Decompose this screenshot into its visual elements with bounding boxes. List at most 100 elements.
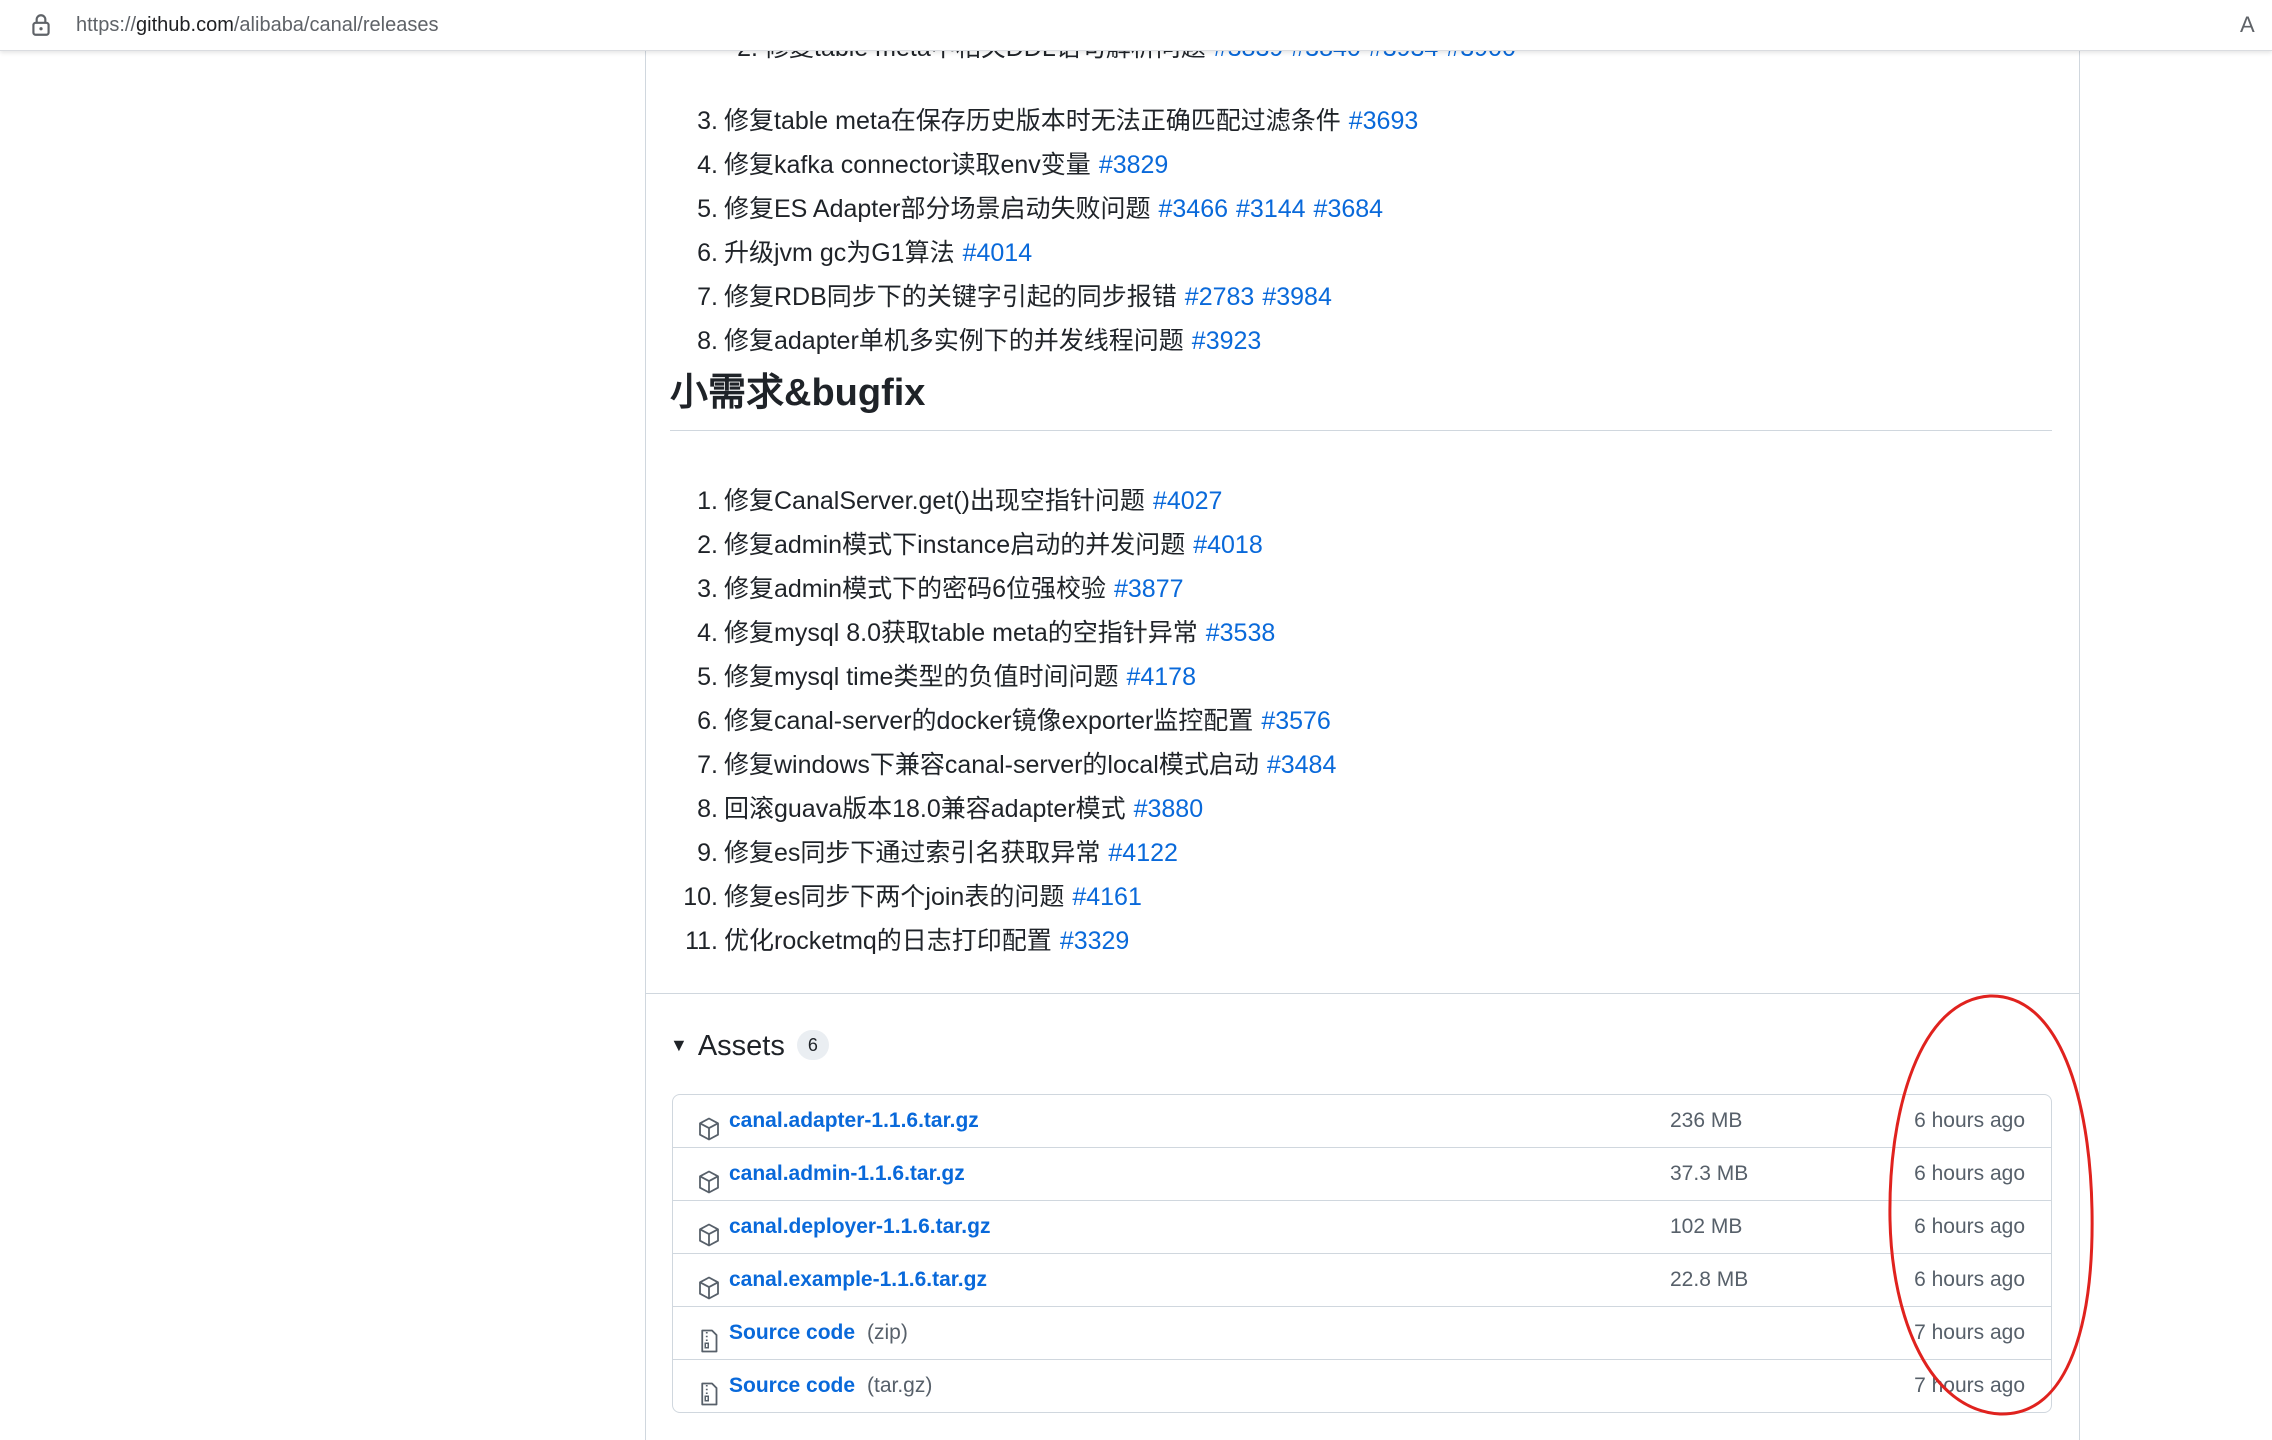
list-number: 10. <box>683 883 718 911</box>
asset-timestamp: 6 hours ago <box>1914 1109 2025 1132</box>
list-number: 11. <box>685 927 718 955</box>
url-path: /alibaba/canal/releases <box>233 14 439 36</box>
package-icon <box>697 1215 721 1247</box>
issue-link[interactable]: #3538 <box>1206 619 1276 647</box>
release-card: 2. 修复table meta中相关DDL语句解析问题 #3839 #3840 #393… <box>645 40 2080 1440</box>
asset-timestamp: 6 hours ago <box>1914 1268 2025 1291</box>
asset-download-link[interactable]: canal.adapter-1.1.6.tar.gz <box>729 1095 979 1147</box>
browser-address-bar: https://github.com/alibaba/canal/release… <box>0 0 2272 51</box>
asset-size: 102 MB <box>1670 1215 1743 1238</box>
issue-link[interactable]: #2783 <box>1185 283 1255 311</box>
issue-link[interactable]: #4178 <box>1126 663 1196 691</box>
issue-link[interactable]: #3484 <box>1267 751 1337 779</box>
list-item: 8. 回滚guava版本18.0兼容adapter模式 #3880 <box>646 787 1336 831</box>
list-item: 5. 修复mysql time类型的负值时间问题 #4178 <box>646 655 1336 699</box>
file-zip-icon <box>697 1321 721 1353</box>
package-icon <box>697 1109 721 1141</box>
list-number: 7. <box>697 283 718 311</box>
list-number: 2. <box>697 531 718 559</box>
list-number: 1. <box>697 487 718 515</box>
list-number: 7. <box>697 751 718 779</box>
assets-title: Assets <box>697 1030 785 1062</box>
asset-row: Source code (tar.gz) 7 hours ago <box>673 1359 2051 1412</box>
assets-toggle[interactable]: ▼ Assets 6 <box>670 1026 829 1066</box>
list-text: 升级jvm gc为G1算法 <box>724 239 955 267</box>
list-text: 修复es同步下通过索引名获取异常 <box>724 839 1101 867</box>
file-zip-icon <box>697 1374 721 1406</box>
reader-mode-icon[interactable]: A <box>2240 12 2255 38</box>
list-text: 修复table meta在保存历史版本时无法正确匹配过滤条件 <box>724 107 1341 135</box>
list-number: 4. <box>697 151 718 179</box>
issue-link[interactable]: #3684 <box>1314 195 1384 223</box>
asset-download-link[interactable]: Source code <box>729 1307 855 1359</box>
list-number: 9. <box>697 839 718 867</box>
issue-link[interactable]: #4014 <box>963 239 1033 267</box>
package-icon <box>697 1162 721 1194</box>
list-item: 7. 修复windows下兼容canal-server的local模式启动 #348… <box>646 743 1336 787</box>
list-item: 4. 修复kafka connector读取env变量 #3829 <box>646 143 1418 187</box>
asset-download-link[interactable]: canal.admin-1.1.6.tar.gz <box>729 1148 965 1200</box>
list-text: 修复canal-server的docker镜像exporter监控配置 <box>724 707 1254 735</box>
assets-list: canal.adapter-1.1.6.tar.gz 236 MB 6 hours … <box>672 1094 2052 1413</box>
bugfix-list: 1. 修复CanalServer.get()出现空指针问题 #4027 2. 修复adm… <box>646 479 1336 963</box>
list-item: 8. 修复adapter单机多实例下的并发线程问题 #3923 <box>646 319 1418 363</box>
asset-size: 22.8 MB <box>1670 1268 1749 1291</box>
issue-link[interactable]: #3693 <box>1349 107 1419 135</box>
package-icon <box>697 1268 721 1300</box>
assets-count-badge: 6 <box>796 1030 829 1061</box>
fix-list: 3. 修复table meta在保存历史版本时无法正确匹配过滤条件 #3693 4. 修… <box>646 99 1418 363</box>
issue-link[interactable]: #4122 <box>1108 839 1178 867</box>
list-text: 修复mysql 8.0获取table meta的空指针异常 <box>724 619 1198 647</box>
issue-link[interactable]: #3144 <box>1236 195 1306 223</box>
list-text: 修复adapter单机多实例下的并发线程问题 <box>724 327 1184 355</box>
address-field[interactable]: https://github.com/alibaba/canal/release… <box>76 14 438 37</box>
asset-size: 37.3 MB <box>1670 1162 1749 1185</box>
issue-link[interactable]: #3829 <box>1099 151 1169 179</box>
list-item: 2. 修复admin模式下instance启动的并发问题 #4018 <box>646 523 1336 567</box>
asset-row: canal.admin-1.1.6.tar.gz 37.3 MB 6 hours a… <box>673 1147 2051 1200</box>
list-number: 6. <box>697 707 718 735</box>
list-text: 修复windows下兼容canal-server的local模式启动 <box>724 751 1259 779</box>
issue-link[interactable]: #3329 <box>1060 927 1130 955</box>
issue-link[interactable]: #3466 <box>1158 195 1228 223</box>
url-prefix: https:// <box>76 14 137 36</box>
issue-link[interactable]: #3923 <box>1192 327 1262 355</box>
divider <box>646 993 2079 994</box>
issue-link[interactable]: #4027 <box>1153 487 1223 515</box>
list-text: 修复es同步下两个join表的问题 <box>724 883 1065 911</box>
asset-format: (zip) <box>867 1321 908 1344</box>
issue-link[interactable]: #4161 <box>1072 883 1142 911</box>
list-number: 5. <box>697 663 718 691</box>
list-item: 7. 修复RDB同步下的关键字引起的同步报错 #2783 #3984 <box>646 275 1418 319</box>
list-item: 6. 升级jvm gc为G1算法 #4014 <box>646 231 1418 275</box>
list-number: 3. <box>697 107 718 135</box>
list-item: 10. 修复es同步下两个join表的问题 #4161 <box>646 875 1336 919</box>
asset-row: canal.example-1.1.6.tar.gz 22.8 MB 6 hours… <box>673 1253 2051 1306</box>
asset-download-link[interactable]: canal.deployer-1.1.6.tar.gz <box>729 1201 990 1253</box>
issue-link[interactable]: #3877 <box>1114 575 1184 603</box>
list-item: 3. 修复admin模式下的密码6位强校验 #3877 <box>646 567 1336 611</box>
issue-link[interactable]: #4018 <box>1193 531 1263 559</box>
asset-row: canal.deployer-1.1.6.tar.gz 102 MB 6 hours… <box>673 1200 2051 1253</box>
url-host: github.com <box>136 14 234 36</box>
asset-row: Source code (zip) 7 hours ago <box>673 1306 2051 1359</box>
list-item: 11. 优化rocketmq的日志打印配置 #3329 <box>646 919 1336 963</box>
asset-format: (tar.gz) <box>867 1374 933 1397</box>
issue-link[interactable]: #3880 <box>1134 795 1204 823</box>
asset-download-link[interactable]: canal.example-1.1.6.tar.gz <box>729 1254 987 1306</box>
lock-icon[interactable] <box>28 12 54 38</box>
list-item: 4. 修复mysql 8.0获取table meta的空指针异常 #3538 <box>646 611 1336 655</box>
issue-link[interactable]: #3576 <box>1261 707 1331 735</box>
asset-download-link[interactable]: Source code <box>729 1360 855 1412</box>
list-item: 9. 修复es同步下通过索引名获取异常 #4122 <box>646 831 1336 875</box>
list-text: 修复admin模式下instance启动的并发问题 <box>724 531 1186 559</box>
list-number: 6. <box>697 239 718 267</box>
asset-timestamp: 6 hours ago <box>1914 1162 2025 1185</box>
list-number: 5. <box>697 195 718 223</box>
list-text: 修复ES Adapter部分场景启动失败问题 <box>724 195 1151 223</box>
list-number: 8. <box>697 795 718 823</box>
list-text: 修复CanalServer.get()出现空指针问题 <box>724 487 1145 515</box>
asset-timestamp: 7 hours ago <box>1914 1321 2025 1344</box>
issue-link[interactable]: #3984 <box>1262 283 1332 311</box>
section-heading: 小需求&bugfix <box>670 370 2052 431</box>
